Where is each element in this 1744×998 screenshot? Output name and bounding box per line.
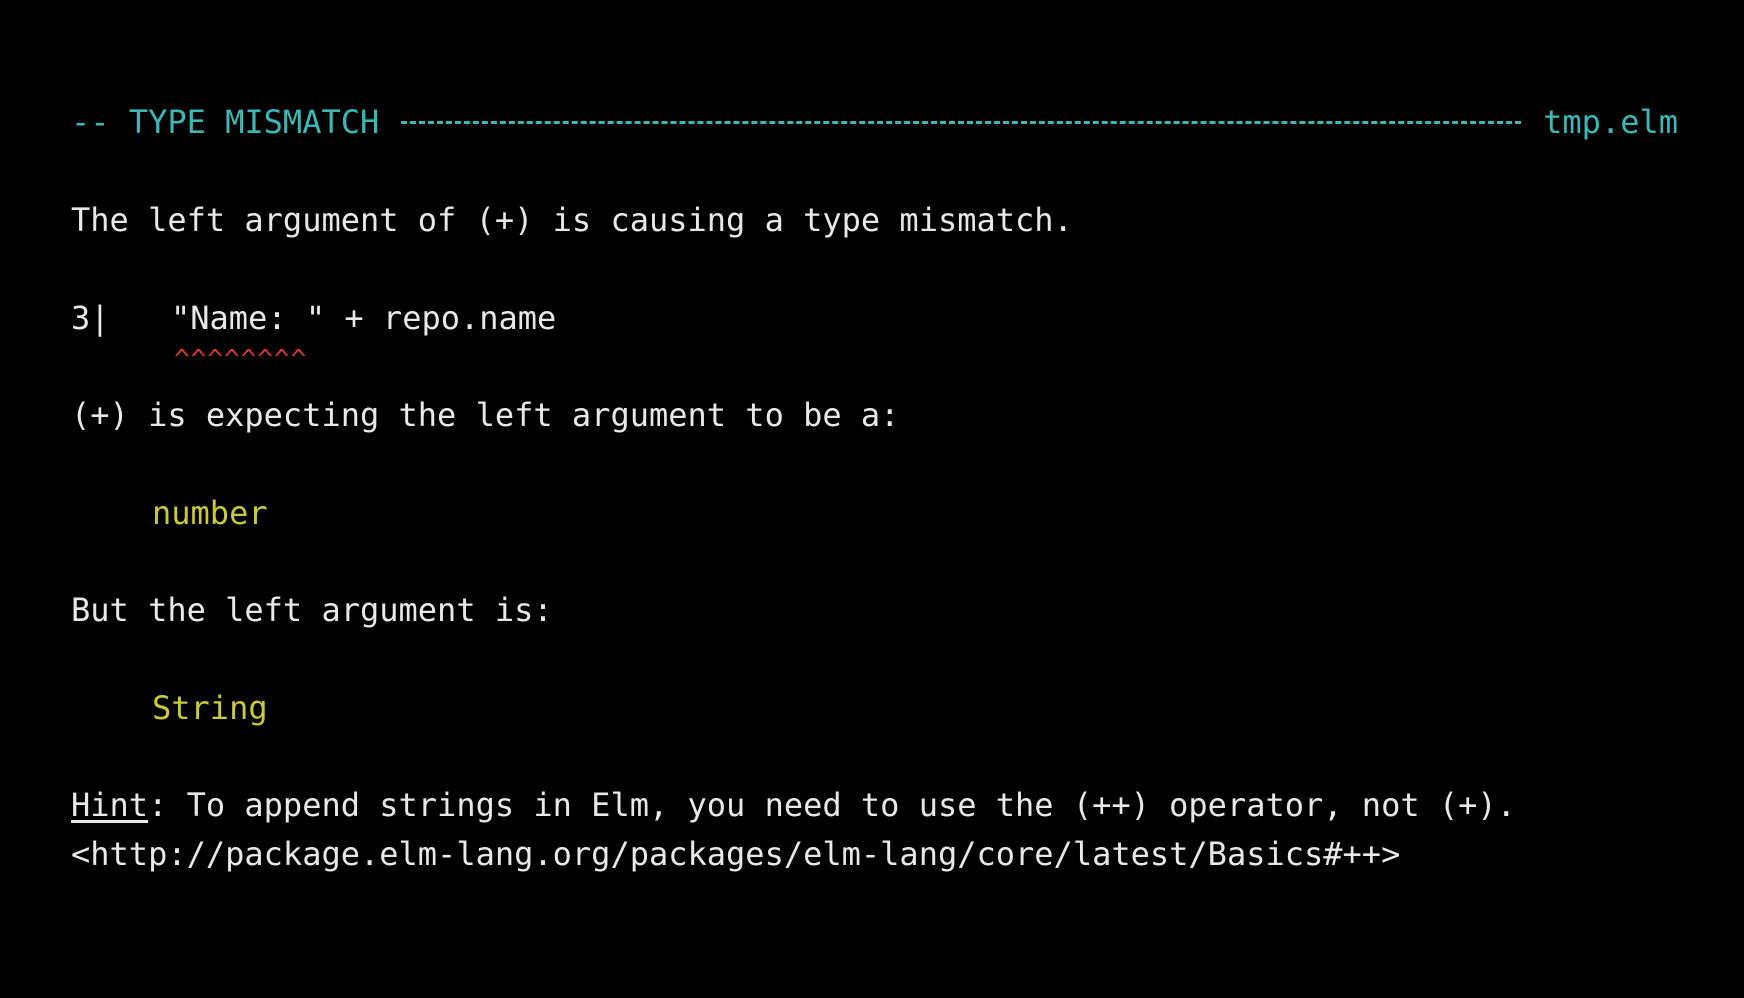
actual-type: String bbox=[152, 689, 268, 727]
code-snippet: 3| "Name: " + repo.name bbox=[71, 298, 556, 338]
actual-intro: But the left argument is: bbox=[71, 591, 553, 629]
error-intro: The left argument of (+) is causing a ty… bbox=[71, 201, 1073, 239]
line-number: 3| bbox=[71, 299, 110, 337]
terminal-output: -- TYPE MISMATCH tmp.elm The left argume… bbox=[0, 0, 1744, 998]
error-title: -- TYPE MISMATCH bbox=[71, 103, 380, 141]
error-carets: ^^^^^^^^ bbox=[174, 345, 308, 375]
hint-text: : To append strings in Elm, you need to … bbox=[148, 786, 1516, 824]
error-header: -- TYPE MISMATCH tmp.elm bbox=[71, 102, 1678, 142]
header-rule bbox=[401, 120, 1522, 124]
expected-type: number bbox=[152, 494, 268, 532]
code-text: "Name: " + repo.name bbox=[171, 299, 557, 337]
hint-line: Hint: To append strings in Elm, you need… bbox=[71, 785, 1516, 825]
hint-label: Hint bbox=[71, 786, 149, 824]
expecting-text: (+) is expecting the left argument to be… bbox=[71, 396, 900, 434]
error-file-name: tmp.elm bbox=[1543, 103, 1678, 141]
hint-link[interactable]: <http://package.elm-lang.org/packages/el… bbox=[71, 834, 1400, 874]
